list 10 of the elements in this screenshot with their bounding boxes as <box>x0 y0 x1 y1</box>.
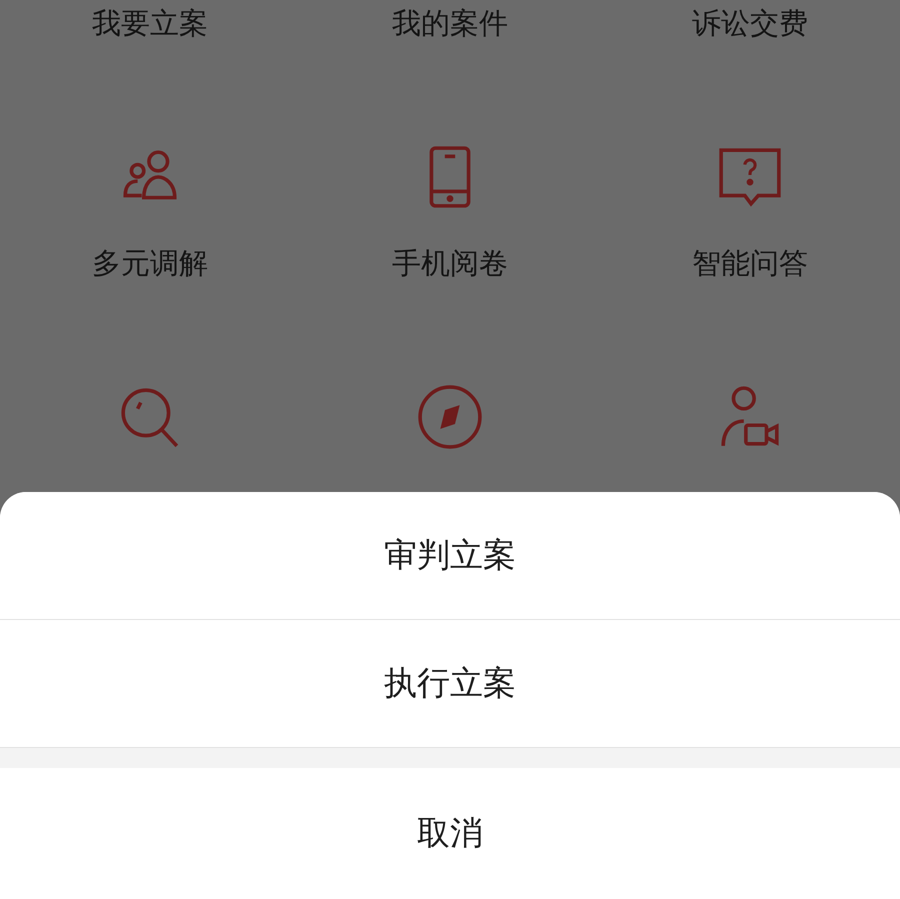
cancel-button[interactable]: 取消 <box>0 768 900 899</box>
feature-label[interactable]: 手机阅卷 <box>392 246 508 280</box>
compass-icon <box>417 384 483 450</box>
feature-label[interactable]: 多元调解 <box>92 246 208 280</box>
feature-label[interactable]: 智能问答 <box>692 246 808 280</box>
feature-label[interactable]: 我的案件 <box>392 6 508 40</box>
sheet-option[interactable]: 审判立案 <box>0 492 900 620</box>
feature-label[interactable]: 诉讼交费 <box>692 6 808 40</box>
feature-label[interactable]: 我要立案 <box>92 6 208 40</box>
sheet-option[interactable]: 执行立案 <box>0 620 900 748</box>
